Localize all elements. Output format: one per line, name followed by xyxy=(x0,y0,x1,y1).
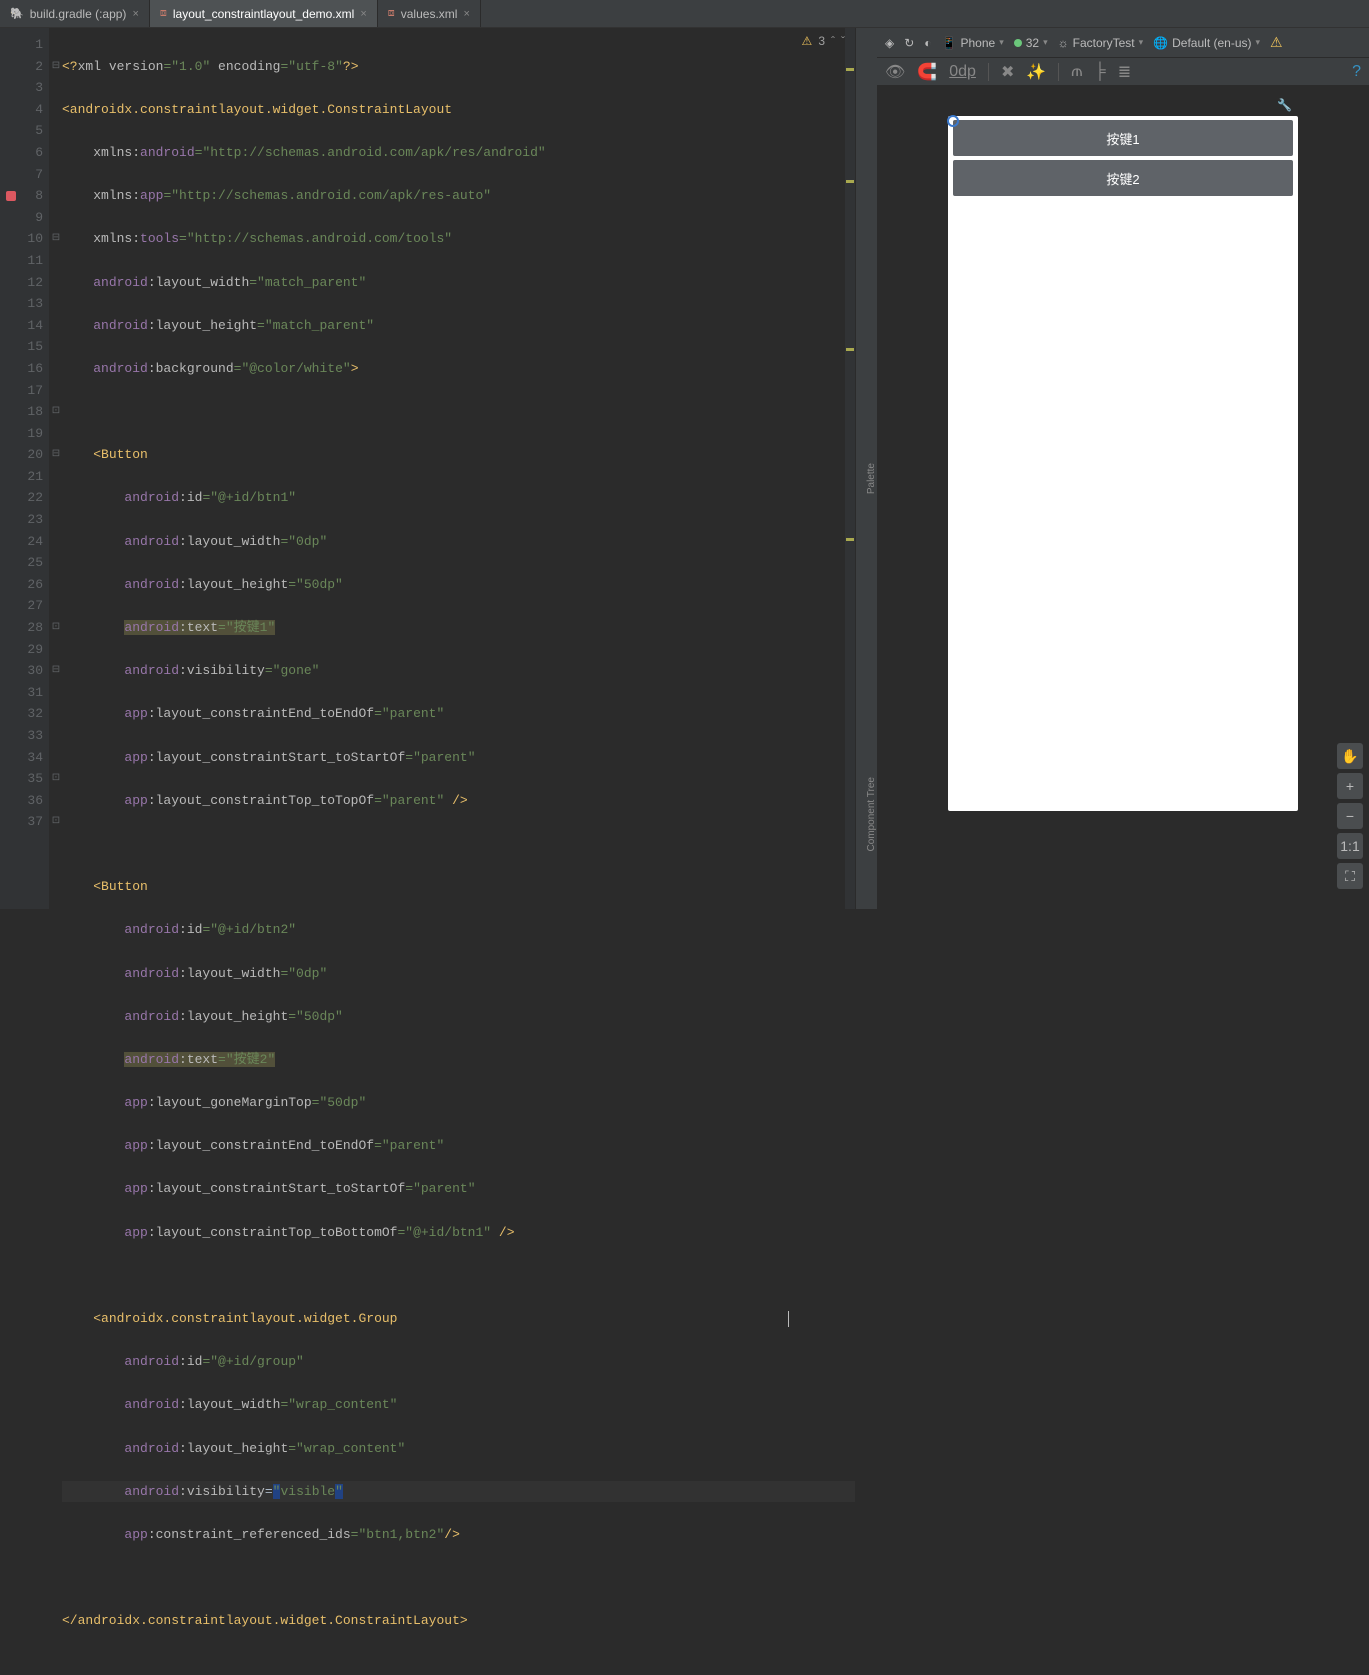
component-tree-panel: Component Tree xyxy=(855,709,877,909)
preview-button-2[interactable]: 按键2 xyxy=(953,160,1293,196)
zoom-reset-button[interactable]: 1:1 xyxy=(1337,833,1363,859)
palette-label[interactable]: Palette xyxy=(866,463,877,494)
theme-selector[interactable]: ☼FactoryTest▾ xyxy=(1058,36,1144,50)
code-editor[interactable]: 1234 567 8 9101112 13141516 17181920 212… xyxy=(0,28,855,909)
close-icon[interactable]: × xyxy=(360,8,366,20)
xml-icon: ⧈ xyxy=(388,7,395,20)
tab-layout-xml[interactable]: ⧈ layout_constraintlayout_demo.xml × xyxy=(150,0,378,27)
warning-icon: ⚠ xyxy=(802,34,813,48)
locale-selector[interactable]: 🌐Default (en-us)▾ xyxy=(1153,36,1260,50)
default-margin[interactable]: 0dp xyxy=(949,63,976,81)
breakpoint-marker[interactable] xyxy=(6,191,16,201)
api-selector[interactable]: 32▾ xyxy=(1014,36,1048,50)
zoom-in-button[interactable]: + xyxy=(1337,773,1363,799)
device-frame: 🔧 按键1 按键2 xyxy=(948,116,1298,811)
warning-icon[interactable]: ⚠ xyxy=(1270,34,1283,51)
close-icon[interactable]: × xyxy=(132,8,138,20)
close-icon[interactable]: × xyxy=(463,8,469,20)
error-stripe[interactable] xyxy=(845,28,855,909)
design-canvas[interactable]: 🔧 按键1 按键2 ✋ + − 1:1 ⛶ xyxy=(877,86,1369,909)
wand-icon[interactable]: ✨ xyxy=(1026,62,1046,82)
orientation-icon[interactable]: ↻ xyxy=(904,36,914,50)
xml-icon: ⧈ xyxy=(160,7,167,20)
preview-options: 👁 🧲 0dp ✖ ✨ ⫙ ╞ ≣ ? xyxy=(877,58,1369,86)
preview-button-1[interactable]: 按键1 xyxy=(953,120,1293,156)
guideline-icon[interactable]: ⫙ xyxy=(1071,63,1082,81)
device-selector[interactable]: 📱Phone▾ xyxy=(942,36,1004,50)
line-gutter: 1234 567 8 9101112 13141516 17181920 212… xyxy=(0,28,50,909)
eye-icon[interactable]: 👁 xyxy=(885,62,905,82)
selection-handle[interactable] xyxy=(946,114,960,128)
tab-label: build.gradle (:app) xyxy=(30,7,127,21)
tab-build-gradle[interactable]: 🐘 build.gradle (:app) × xyxy=(0,0,150,27)
help-icon[interactable]: ? xyxy=(1352,63,1361,81)
surface-icon[interactable]: ◈ xyxy=(885,36,894,50)
text-cursor xyxy=(788,1311,789,1327)
nightmode-icon[interactable]: ◐ xyxy=(924,36,931,50)
clear-icon[interactable]: ✖ xyxy=(1001,62,1014,82)
inspection-status[interactable]: ⚠ 3 ˆ ˇ xyxy=(802,34,845,48)
prev-problem-icon[interactable]: ˆ xyxy=(831,34,835,48)
code-area[interactable]: <?xml version="1.0" encoding="utf-8"?> <… xyxy=(62,28,855,909)
zoom-controls: ✋ + − 1:1 ⛶ xyxy=(1337,743,1363,889)
pack-icon[interactable]: ≣ xyxy=(1118,62,1131,82)
pan-button[interactable]: ✋ xyxy=(1337,743,1363,769)
align-icon[interactable]: ╞ xyxy=(1094,63,1105,81)
tab-values-xml[interactable]: ⧈ values.xml × xyxy=(378,0,481,27)
preview-toolbar: ◈ ↻ ◐ 📱Phone▾ 32▾ ☼FactoryTest▾ 🌐Default… xyxy=(877,28,1369,58)
zoom-out-button[interactable]: − xyxy=(1337,803,1363,829)
zoom-fit-button[interactable]: ⛶ xyxy=(1337,863,1363,889)
editor-tabs: 🐘 build.gradle (:app) × ⧈ layout_constra… xyxy=(0,0,1369,28)
component-tree-label[interactable]: Component Tree xyxy=(866,777,877,852)
tab-label: layout_constraintlayout_demo.xml xyxy=(173,7,354,21)
gradle-icon: 🐘 xyxy=(10,7,24,20)
fold-column: ⊟ ⊟ ⊡⊟ ⊡ ⊟ ⊡ ⊡ xyxy=(50,28,62,909)
magnet-icon[interactable]: 🧲 xyxy=(917,62,937,82)
design-preview: ◈ ↻ ◐ 📱Phone▾ 32▾ ☼FactoryTest▾ 🌐Default… xyxy=(877,28,1369,909)
tab-label: values.xml xyxy=(401,7,458,21)
wrench-icon[interactable]: 🔧 xyxy=(1277,98,1292,112)
